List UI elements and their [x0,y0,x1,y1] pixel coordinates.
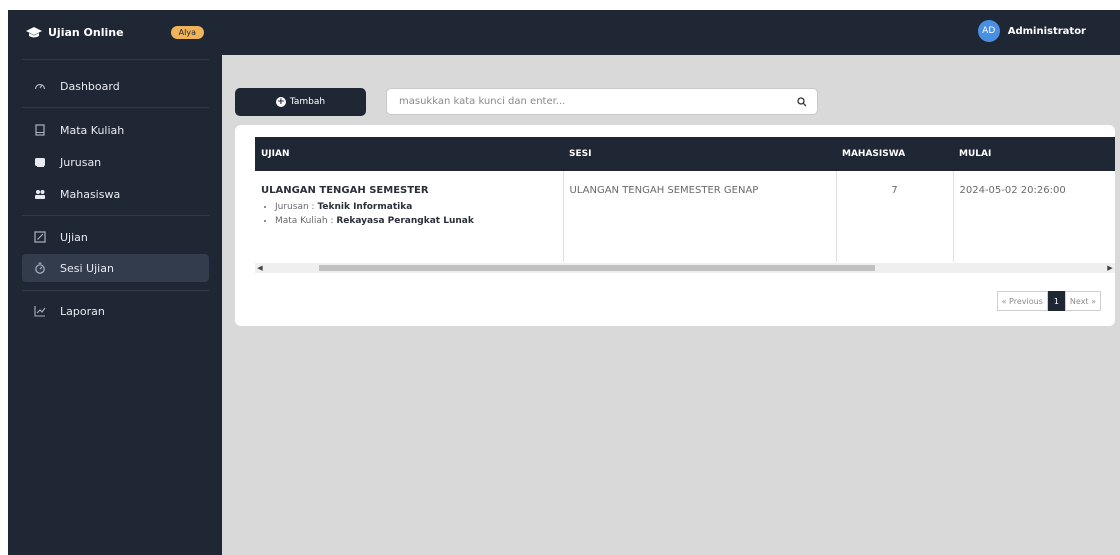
scroll-left-arrow-icon[interactable]: ◀ [255,263,265,273]
sidebar-item-laporan[interactable]: Laporan [22,297,209,325]
sidebar-item-jurusan[interactable]: Jurusan [22,148,209,176]
pagination-current-page[interactable]: 1 [1047,291,1065,311]
brand[interactable]: Ujian Online Alya [8,10,222,55]
pagination-previous[interactable]: « Previous [996,291,1048,311]
matkul-label: Mata Kuliah : [275,216,337,226]
book-icon [34,124,46,136]
sidebar-item-dashboard[interactable]: Dashboard [22,72,209,100]
brand-badge: Alya [170,26,204,39]
sessions-card: UJIAN SESI MAHASISWA MULAI ULANGAN TENGA… [235,125,1115,326]
sessions-table: UJIAN SESI MAHASISWA MULAI ULANGAN TENGA… [255,137,1115,262]
timer-icon [34,262,46,274]
sidebar-item-ujian[interactable]: Ujian [22,223,209,251]
cell-mulai: 2024-05-02 20:26:00 [953,171,1115,262]
exam-meta-list: Jurusan : Teknik Informatika Mata Kuliah… [261,200,557,228]
top-bar: AD Administrator [222,10,1120,55]
cell-mahasiswa: 7 [836,171,954,262]
add-button[interactable]: + Tambah [235,88,366,116]
avatar: AD [977,20,1000,42]
user-name: Administrator [1007,25,1086,37]
jurusan-value: Teknik Informatika [317,202,413,212]
horizontal-scrollbar[interactable]: ◀ ▶ [255,263,1115,273]
plus-circle-icon: + [275,97,286,107]
users-icon [34,188,46,200]
scrollbar-thumb[interactable] [319,265,875,271]
pagination-next[interactable]: Next » [1064,291,1101,311]
search-button[interactable] [787,89,817,114]
sidebar-item-mata-kuliah[interactable]: Mata Kuliah [22,116,209,144]
nav-divider [22,215,209,216]
sidebar-item-label: Dashboard [60,79,120,93]
list-item: Mata Kuliah : Rekayasa Perangkat Lunak [275,214,557,228]
nav-divider [22,290,209,291]
sidebar-item-label: Laporan [60,304,105,318]
user-menu[interactable]: AD Administrator [977,20,1086,42]
column-header-mulai[interactable]: MULAI [953,137,1115,171]
table-row[interactable]: ULANGAN TENGAH SEMESTER Jurusan : Teknik… [255,171,1115,262]
brand-title: Ujian Online [48,26,124,39]
list-item: Jurusan : Teknik Informatika [275,200,557,214]
sidebar-item-sesi-ujian[interactable]: Sesi Ujian [22,254,209,282]
exam-title: ULANGAN TENGAH SEMESTER [261,185,429,196]
sidebar-item-mahasiswa[interactable]: Mahasiswa [22,180,209,208]
table-scroll-area[interactable]: UJIAN SESI MAHASISWA MULAI ULANGAN TENGA… [255,137,1115,262]
matkul-value: Rekayasa Perangkat Lunak [336,216,474,226]
sidebar-item-label: Sesi Ujian [60,261,114,275]
table-header-row: UJIAN SESI MAHASISWA MULAI [255,137,1115,171]
sidebar-item-label: Mahasiswa [60,187,121,201]
search-input[interactable] [399,89,779,114]
graduation-cap-icon [26,26,42,37]
column-header-ujian[interactable]: UJIAN [255,137,563,171]
sidebar-item-label: Mata Kuliah [60,123,125,137]
search-box [386,88,818,115]
jurusan-label: Jurusan : [275,202,318,212]
sidebar-item-label: Jurusan [60,155,102,169]
pagination: « Previous 1 Next » [996,291,1101,311]
search-icon [797,96,807,106]
column-header-sesi[interactable]: SESI [563,137,836,171]
cell-ujian: ULANGAN TENGAH SEMESTER Jurusan : Teknik… [255,171,564,262]
add-button-label: Tambah [289,97,326,107]
main-content: + Tambah UJIAN SESI MAHASISWA [222,55,1120,555]
chart-line-icon [34,305,46,317]
edit-icon [34,231,46,243]
sidebar-item-label: Ujian [60,230,88,244]
column-header-mahasiswa[interactable]: MAHASISWA [836,137,953,171]
sidebar: Ujian Online Alya Dashboard Mata Kuliah … [8,10,222,555]
nav-divider [22,107,209,108]
scroll-right-arrow-icon[interactable]: ▶ [1105,263,1115,273]
cell-sesi: ULANGAN TENGAH SEMESTER GENAP [563,171,837,262]
nav-divider [22,59,209,60]
dashboard-gauge-icon [34,80,46,92]
folder-icon [34,156,46,168]
